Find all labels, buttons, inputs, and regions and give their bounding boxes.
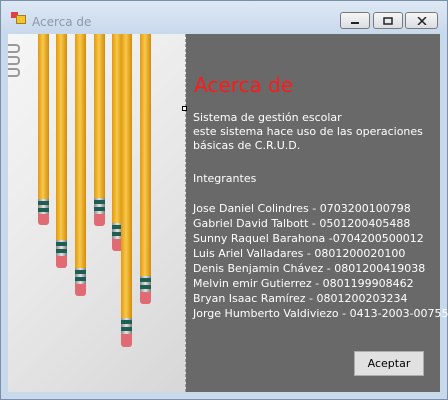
member-item: Denis Benjamin Chávez - 0801200419038 [193, 262, 426, 275]
member-item: Bryan Isaac Ramírez - 0801200203234 [193, 292, 408, 305]
members-list: Jose Daniel Colindres - 0703200100798 Ga… [193, 201, 448, 321]
title-bar[interactable]: Acerca de [1, 1, 447, 33]
close-button[interactable] [405, 12, 438, 29]
member-item: Luis Ariel Valladares - 0801200020100 [193, 247, 406, 260]
maximize-button[interactable] [373, 12, 403, 29]
minimize-button[interactable] [340, 12, 370, 29]
member-item: Jose Daniel Colindres - 0703200100798 [193, 202, 411, 215]
member-item: Jorge Humberto Valdiviezo - 0413-2003-00… [193, 307, 448, 320]
maximize-icon [374, 13, 402, 28]
member-item: Melvin emir Gutierrez - 0801199908462 [193, 277, 414, 290]
close-icon [406, 13, 437, 28]
app-icon [11, 12, 26, 24]
about-heading: Acerca de [194, 73, 294, 97]
dialog-content: Acerca de Sistema de gestión escolar est… [8, 34, 448, 392]
about-window: Acerca de Acerca de Sistema de gestión e… [0, 0, 448, 400]
accept-button[interactable]: Aceptar [354, 351, 424, 376]
member-item: Sunny Raquel Barahona -0704200500012 [193, 232, 424, 245]
member-item: Gabriel David Talbott - 0501200405488 [193, 217, 411, 230]
minimize-icon [341, 13, 369, 28]
members-title: Integrantes [193, 172, 257, 185]
description: Sistema de gestión escolar este sistema … [193, 111, 423, 153]
about-info-panel: Acerca de Sistema de gestión escolar est… [185, 34, 448, 392]
pencils-image [8, 34, 186, 392]
window-title: Acerca de [32, 15, 92, 29]
description-line: básicas de C.R.U.D. [193, 139, 301, 152]
description-line: Sistema de gestión escolar [193, 111, 342, 124]
description-line: este sistema hace uso de las operaciones [193, 125, 423, 138]
